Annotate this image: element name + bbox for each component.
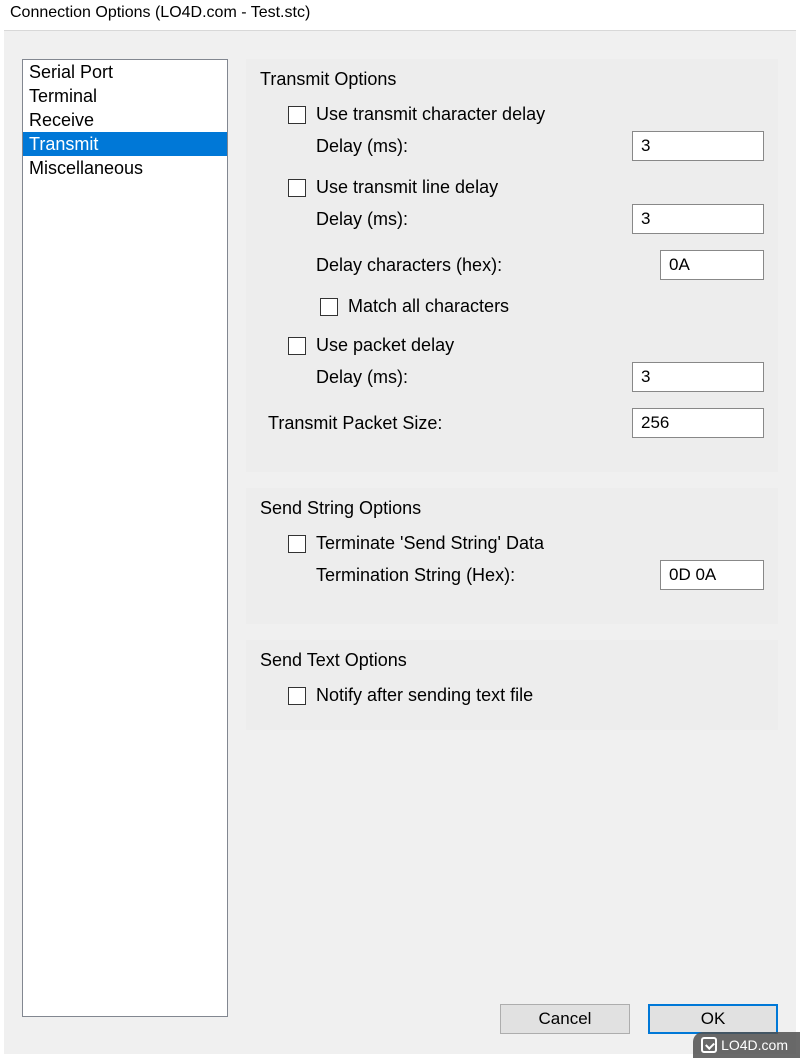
line-delay-ms-label: Delay (ms): bbox=[316, 209, 632, 230]
match-all-checkbox[interactable] bbox=[320, 298, 338, 316]
watermark: LO4D.com bbox=[693, 1032, 800, 1058]
download-icon bbox=[701, 1037, 717, 1053]
line-delay-label: Use transmit line delay bbox=[316, 177, 498, 198]
delay-chars-row: Delay characters (hex): bbox=[260, 250, 764, 280]
notify-row: Notify after sending text file bbox=[260, 685, 764, 706]
char-delay-ms-row: Delay (ms): bbox=[260, 131, 764, 161]
transmit-options-group: Transmit Options Use transmit character … bbox=[246, 59, 778, 472]
line-delay-checkbox[interactable] bbox=[288, 179, 306, 197]
delay-chars-label: Delay characters (hex): bbox=[316, 255, 660, 276]
char-delay-ms-label: Delay (ms): bbox=[316, 136, 632, 157]
packet-delay-row: Use packet delay bbox=[260, 335, 764, 356]
terminate-checkbox[interactable] bbox=[288, 535, 306, 553]
packet-size-row: Transmit Packet Size: bbox=[260, 408, 764, 438]
term-string-input[interactable] bbox=[660, 560, 764, 590]
line-delay-ms-input[interactable] bbox=[632, 204, 764, 234]
content-panel: Transmit Options Use transmit character … bbox=[246, 59, 778, 746]
send-text-options-title: Send Text Options bbox=[260, 650, 764, 671]
char-delay-label: Use transmit character delay bbox=[316, 104, 545, 125]
send-string-options-title: Send String Options bbox=[260, 498, 764, 519]
match-all-row: Match all characters bbox=[260, 296, 764, 317]
notify-checkbox[interactable] bbox=[288, 687, 306, 705]
send-text-options-group: Send Text Options Notify after sending t… bbox=[246, 640, 778, 730]
terminate-label: Terminate 'Send String' Data bbox=[316, 533, 544, 554]
dialog-body: Serial Port Terminal Receive Transmit Mi… bbox=[4, 30, 796, 1054]
char-delay-ms-input[interactable] bbox=[632, 131, 764, 161]
packet-delay-ms-input[interactable] bbox=[632, 362, 764, 392]
packet-delay-checkbox[interactable] bbox=[288, 337, 306, 355]
category-sidebar: Serial Port Terminal Receive Transmit Mi… bbox=[22, 59, 228, 1017]
match-all-label: Match all characters bbox=[348, 296, 509, 317]
sidebar-item-terminal[interactable]: Terminal bbox=[23, 84, 227, 108]
term-string-label: Termination String (Hex): bbox=[316, 565, 660, 586]
term-string-row: Termination String (Hex): bbox=[260, 560, 764, 590]
delay-chars-input[interactable] bbox=[660, 250, 764, 280]
terminate-row: Terminate 'Send String' Data bbox=[260, 533, 764, 554]
watermark-text: LO4D.com bbox=[721, 1037, 788, 1053]
transmit-options-title: Transmit Options bbox=[260, 69, 764, 90]
char-delay-checkbox[interactable] bbox=[288, 106, 306, 124]
packet-delay-label: Use packet delay bbox=[316, 335, 454, 356]
send-string-options-group: Send String Options Terminate 'Send Stri… bbox=[246, 488, 778, 624]
packet-size-input[interactable] bbox=[632, 408, 764, 438]
sidebar-item-receive[interactable]: Receive bbox=[23, 108, 227, 132]
packet-delay-ms-label: Delay (ms): bbox=[316, 367, 632, 388]
packet-size-label: Transmit Packet Size: bbox=[268, 413, 632, 434]
char-delay-row: Use transmit character delay bbox=[260, 104, 764, 125]
line-delay-ms-row: Delay (ms): bbox=[260, 204, 764, 234]
packet-delay-ms-row: Delay (ms): bbox=[260, 362, 764, 392]
sidebar-item-miscellaneous[interactable]: Miscellaneous bbox=[23, 156, 227, 180]
line-delay-row: Use transmit line delay bbox=[260, 177, 764, 198]
sidebar-item-transmit[interactable]: Transmit bbox=[23, 132, 227, 156]
ok-button[interactable]: OK bbox=[648, 1004, 778, 1034]
cancel-button[interactable]: Cancel bbox=[500, 1004, 630, 1034]
sidebar-item-serial-port[interactable]: Serial Port bbox=[23, 60, 227, 84]
window-title: Connection Options (LO4D.com - Test.stc) bbox=[0, 0, 800, 30]
dialog-button-bar: Cancel OK bbox=[500, 1004, 778, 1034]
notify-label: Notify after sending text file bbox=[316, 685, 533, 706]
